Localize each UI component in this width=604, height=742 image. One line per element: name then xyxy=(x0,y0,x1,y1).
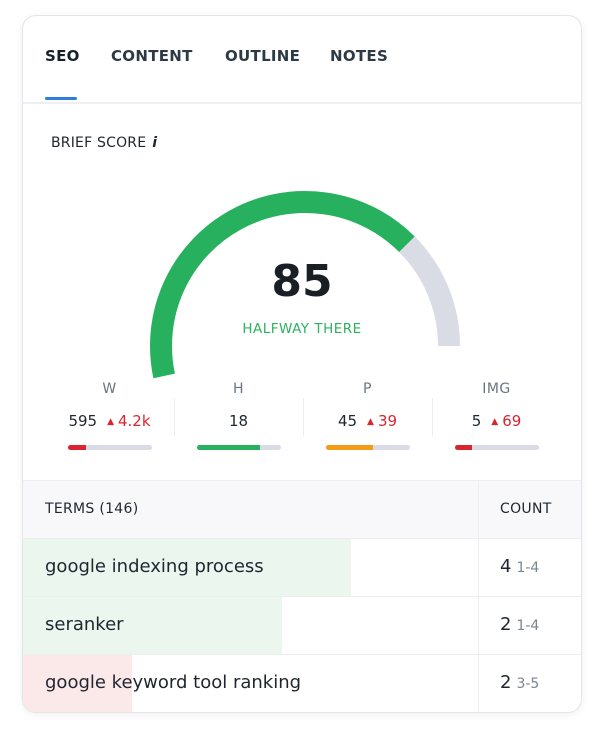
terms-column-header[interactable]: TERMS (146) xyxy=(45,501,139,517)
term-count: 2 3-5 xyxy=(500,672,539,693)
count-range: 1-4 xyxy=(516,560,540,576)
table-row[interactable]: google keyword tool ranking 2 3-5 xyxy=(23,655,581,712)
terms-table: TERMS (146) COUNT google indexing proces… xyxy=(23,480,581,712)
metric-target: ▲ 69 xyxy=(491,412,521,430)
metric-progress-fill xyxy=(325,445,374,450)
term-text: google indexing process xyxy=(45,556,264,577)
count-range: 3-5 xyxy=(516,676,540,692)
divider xyxy=(303,398,304,436)
term-count: 2 1-4 xyxy=(500,614,539,635)
metric-target: ▲ 4.2k xyxy=(107,412,150,430)
metric-progress-bar xyxy=(454,445,539,450)
term-count: 4 1-4 xyxy=(500,556,539,577)
metric-progress-bar xyxy=(196,445,281,450)
metric-label: W xyxy=(102,381,117,397)
divider xyxy=(174,398,175,436)
arrow-up-icon: ▲ xyxy=(107,417,114,427)
metric-value: 5 xyxy=(471,412,482,430)
metric-img: IMG 5 ▲ 69 xyxy=(432,381,561,450)
metric-progress-fill xyxy=(454,445,473,450)
term-text: seranker xyxy=(45,614,124,635)
table-header: TERMS (146) COUNT xyxy=(23,480,581,539)
metric-label: P xyxy=(363,381,372,397)
arrow-up-icon: ▲ xyxy=(491,417,499,427)
metric-h: H 18 xyxy=(174,381,303,450)
metric-target-value: 4.2k xyxy=(118,412,151,430)
score-value: 85 xyxy=(271,256,333,307)
divider xyxy=(432,398,433,436)
count-range: 1-4 xyxy=(516,618,540,634)
metric-w: W 595 ▲ 4.2k xyxy=(45,381,174,450)
metric-value: 18 xyxy=(228,412,249,430)
metric-target-value: 69 xyxy=(502,412,522,430)
count-column-header[interactable]: COUNT xyxy=(500,501,552,517)
term-text: google keyword tool ranking xyxy=(45,672,302,693)
metric-value: 45 xyxy=(337,412,358,430)
score-gauge xyxy=(150,191,460,379)
seo-brief-panel: SEO CONTENT OUTLINE NOTES BRIEF SCORE i 8… xyxy=(22,15,582,713)
count-value: 2 xyxy=(500,672,512,693)
metric-label: H xyxy=(232,381,245,397)
metric-value: 595 xyxy=(68,412,98,430)
count-value: 2 xyxy=(500,614,512,635)
metric-progress-fill xyxy=(196,445,261,450)
score-status: HALFWAY THERE xyxy=(242,321,362,337)
metric-label: IMG xyxy=(482,381,511,397)
metric-p: P 45 ▲ 39 xyxy=(303,381,432,450)
metric-target-value: 39 xyxy=(377,412,398,430)
metric-progress-bar xyxy=(325,445,410,450)
column-divider xyxy=(478,480,479,712)
count-value: 4 xyxy=(500,556,512,577)
metric-progress-bar xyxy=(67,445,152,450)
metric-progress-fill xyxy=(67,445,86,450)
table-row[interactable]: google indexing process 4 1-4 xyxy=(23,539,581,597)
table-row[interactable]: seranker 2 1-4 xyxy=(23,597,581,655)
metric-target: ▲ 39 xyxy=(367,412,397,430)
arrow-up-icon: ▲ xyxy=(367,417,374,427)
